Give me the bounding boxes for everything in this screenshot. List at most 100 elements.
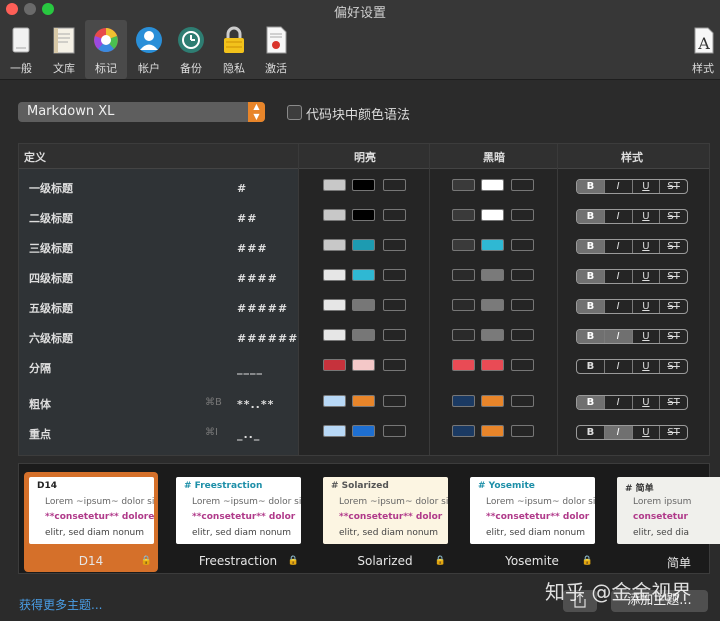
dark-color-swatch[interactable] (511, 359, 534, 371)
table-row[interactable]: 一级标题 # B I U ST (19, 171, 709, 201)
theme-card[interactable]: # Solarized Lorem ~ipsum~ dolor si **conse… (318, 472, 452, 572)
light-color-swatch[interactable] (352, 239, 375, 251)
strikethrough-toggle[interactable]: ST (660, 180, 687, 193)
light-color-swatch[interactable] (352, 179, 375, 191)
bold-toggle[interactable]: B (577, 330, 605, 343)
style-segmented-control[interactable]: BIUST (576, 395, 688, 410)
dark-color-swatch[interactable] (511, 395, 534, 407)
light-color-swatch[interactable] (352, 209, 375, 221)
theme-card[interactable]: # Yosemite Lorem ~ipsum~ dolor si **conset… (465, 472, 599, 572)
markdown-flavor-select[interactable]: Markdown XL ▲ ▼ (18, 102, 265, 122)
dark-color-swatch[interactable] (452, 299, 475, 311)
table-row[interactable]: 粗体 ⌘B **..** B I U ST (19, 387, 709, 417)
strikethrough-toggle[interactable]: ST (660, 396, 687, 409)
table-row[interactable]: 三级标题 ### B I U ST (19, 231, 709, 261)
dark-color-swatch[interactable] (511, 425, 534, 437)
italic-toggle[interactable]: I (605, 240, 633, 253)
bold-toggle[interactable]: B (577, 240, 605, 253)
light-color-swatch[interactable] (383, 425, 406, 437)
bold-toggle[interactable]: B (577, 210, 605, 223)
strikethrough-toggle[interactable]: ST (660, 426, 687, 439)
strikethrough-toggle[interactable]: ST (660, 210, 687, 223)
dark-color-swatch[interactable] (481, 329, 504, 341)
light-color-swatch[interactable] (352, 359, 375, 371)
bold-toggle[interactable]: B (577, 300, 605, 313)
italic-toggle[interactable]: I (605, 396, 633, 409)
dark-color-swatch[interactable] (481, 425, 504, 437)
dark-color-swatch[interactable] (452, 425, 475, 437)
bold-toggle[interactable]: B (577, 396, 605, 409)
dark-color-swatch[interactable] (481, 209, 504, 221)
dark-color-swatch[interactable] (511, 455, 534, 456)
light-color-swatch[interactable] (383, 209, 406, 221)
style-segmented-control[interactable]: BIUST (576, 209, 688, 224)
tab-general[interactable]: 一般 (0, 20, 42, 79)
light-color-swatch[interactable] (323, 299, 346, 311)
light-color-swatch[interactable] (352, 299, 375, 311)
tab-activation[interactable]: 激活 (255, 20, 297, 79)
tab-library[interactable]: 文库 (43, 20, 85, 79)
style-segmented-control[interactable]: BIUST (576, 299, 688, 314)
italic-toggle[interactable]: I (605, 300, 633, 313)
dark-color-swatch[interactable] (511, 329, 534, 341)
light-color-swatch[interactable] (323, 179, 346, 191)
tab-backup[interactable]: 备份 (170, 20, 212, 79)
italic-toggle[interactable]: I (604, 330, 633, 343)
underline-toggle[interactable]: U (633, 360, 661, 373)
tab-privacy[interactable]: 隐私 (213, 20, 255, 79)
dark-color-swatch[interactable] (452, 395, 475, 407)
dark-color-swatch[interactable] (481, 299, 504, 311)
theme-card[interactable]: # Freestraction Lorem ~ipsum~ dolor si **c… (171, 472, 305, 572)
table-row[interactable]: 重点 ⌘I _.._ B I U ST (19, 417, 709, 447)
dark-color-swatch[interactable] (481, 359, 504, 371)
tab-markup[interactable]: 标记 (85, 20, 127, 79)
style-segmented-control[interactable]: BIUST (576, 425, 688, 440)
light-color-swatch[interactable] (383, 269, 406, 281)
light-color-swatch[interactable] (383, 239, 406, 251)
dark-color-swatch[interactable] (481, 239, 504, 251)
dark-color-swatch[interactable] (511, 299, 534, 311)
bold-toggle[interactable]: B (577, 426, 605, 439)
light-color-swatch[interactable] (383, 179, 406, 191)
light-color-swatch[interactable] (323, 239, 346, 251)
italic-toggle[interactable]: I (605, 360, 633, 373)
style-segmented-control[interactable]: BIUST (576, 269, 688, 284)
style-segmented-control[interactable]: BIUST (576, 329, 688, 344)
light-color-swatch[interactable] (323, 209, 346, 221)
get-more-themes-link[interactable]: 获得更多主题... (19, 596, 102, 613)
dark-color-swatch[interactable] (511, 269, 534, 281)
light-color-swatch[interactable] (352, 269, 375, 281)
dark-color-swatch[interactable] (452, 239, 475, 251)
light-color-swatch[interactable] (323, 269, 346, 281)
dark-color-swatch[interactable] (452, 455, 475, 456)
dark-color-swatch[interactable] (481, 395, 504, 407)
light-color-swatch[interactable] (323, 359, 346, 371)
strikethrough-toggle[interactable]: ST (660, 330, 687, 343)
dark-color-swatch[interactable] (511, 179, 534, 191)
light-color-swatch[interactable] (323, 425, 346, 437)
strikethrough-toggle[interactable]: ST (660, 240, 687, 253)
dark-color-swatch[interactable] (452, 179, 475, 191)
light-color-swatch[interactable] (323, 455, 346, 456)
dark-color-swatch[interactable] (511, 239, 534, 251)
italic-toggle[interactable]: I (605, 180, 633, 193)
bold-toggle[interactable]: B (577, 360, 605, 373)
table-row[interactable]: 六级标题 ###### B I U ST (19, 321, 709, 351)
underline-toggle[interactable]: U (633, 240, 661, 253)
dark-color-swatch[interactable] (452, 329, 475, 341)
theme-card[interactable]: # 简单 Lorem ipsum consetetur elitr, sed dia 简… (612, 472, 720, 572)
underline-toggle[interactable]: U (633, 396, 661, 409)
dark-color-swatch[interactable] (481, 269, 504, 281)
light-color-swatch[interactable] (383, 395, 406, 407)
underline-toggle[interactable]: U (633, 300, 661, 313)
strikethrough-toggle[interactable]: ST (660, 360, 687, 373)
dark-color-swatch[interactable] (452, 269, 475, 281)
style-segmented-control[interactable]: BIUST (576, 239, 688, 254)
strikethrough-toggle[interactable]: ST (660, 300, 687, 313)
light-color-swatch[interactable] (352, 395, 375, 407)
light-color-swatch[interactable] (383, 329, 406, 341)
dark-color-swatch[interactable] (452, 209, 475, 221)
dark-color-swatch[interactable] (481, 455, 504, 456)
underline-toggle[interactable]: U (633, 180, 661, 193)
code-block-syntax-checkbox[interactable] (287, 105, 302, 120)
